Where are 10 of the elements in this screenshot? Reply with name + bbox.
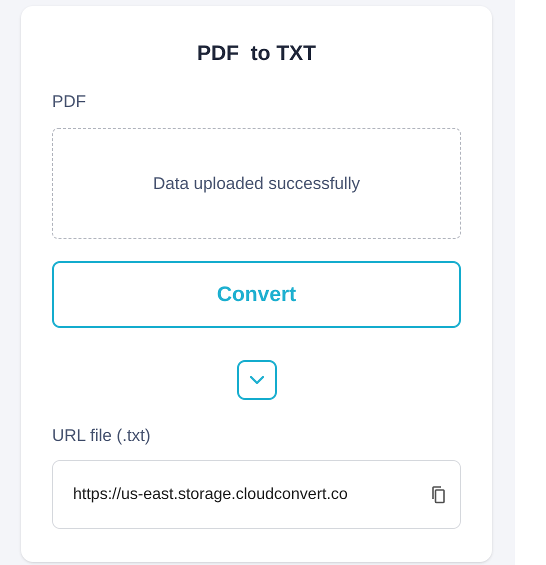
upload-status: Data uploaded successfully <box>153 172 360 195</box>
url-field[interactable]: https://us-east.storage.cloudconvert.co <box>52 460 461 529</box>
input-label: PDF <box>52 91 87 113</box>
copy-icon[interactable] <box>430 486 446 504</box>
url-text: https://us-east.storage.cloudconvert.co <box>73 484 349 504</box>
expand-button[interactable] <box>236 360 276 400</box>
output-label: URL file (.txt) <box>52 425 152 447</box>
chevron-down-icon <box>248 375 264 385</box>
upload-dropzone[interactable]: Data uploaded successfully <box>52 128 461 239</box>
card-title: PDF to TXT <box>196 41 317 67</box>
